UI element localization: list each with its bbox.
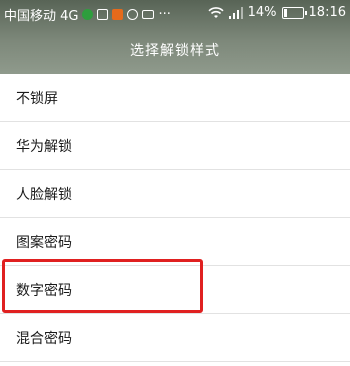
carrier-label: 中国移动 4G [4, 9, 79, 24]
list-item-huawei-unlock[interactable]: 华为解锁 [0, 122, 350, 170]
battery-percent: 14% [247, 5, 277, 20]
list-item-label: 不锁屏 [16, 90, 58, 107]
orange-app-icon [112, 9, 124, 20]
mail-icon [142, 10, 155, 19]
green-app-icon [82, 9, 94, 20]
app-header: 中国移动 4G ··· 14% 18:16 选择解锁样式 [0, 0, 350, 74]
more-notifications-label: ··· [158, 7, 171, 22]
list-item-mixed-password[interactable]: 混合密码 [0, 314, 350, 362]
image-icon [97, 9, 109, 20]
signal-icon [228, 6, 243, 19]
status-bar-left: 中国移动 4G ··· [4, 5, 171, 24]
list-item-pattern[interactable]: 图案密码 [0, 218, 350, 266]
status-bar: 中国移动 4G ··· 14% 18:16 [0, 0, 350, 28]
page-title: 选择解锁样式 [130, 43, 220, 59]
list-item-label: 混合密码 [16, 330, 72, 347]
status-bar-right: 14% 18:16 [208, 5, 346, 20]
list-item-label: 人脸解锁 [16, 186, 72, 203]
wifi-icon [208, 6, 224, 19]
list-item-label: 图案密码 [16, 234, 72, 251]
list-item-no-lock[interactable]: 不锁屏 [0, 74, 350, 122]
list-item-face-unlock[interactable]: 人脸解锁 [0, 170, 350, 218]
clock: 18:16 [308, 5, 346, 20]
unlock-style-list: 不锁屏 华为解锁 人脸解锁 图案密码 数字密码 混合密码 [0, 74, 350, 362]
battery-icon [281, 6, 307, 19]
list-item-label: 华为解锁 [16, 138, 72, 155]
alarm-icon [127, 9, 139, 20]
list-item-label: 数字密码 [16, 282, 72, 299]
list-item-numeric-pin[interactable]: 数字密码 [0, 266, 350, 314]
